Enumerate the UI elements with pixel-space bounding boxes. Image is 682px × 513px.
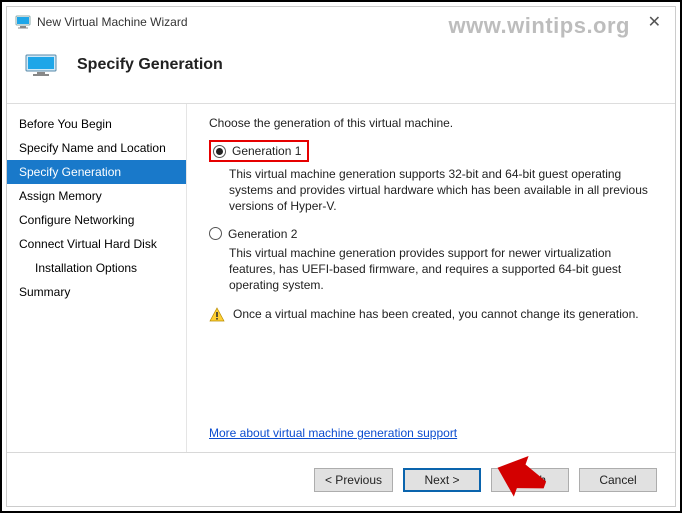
sidebar-item-specify-generation[interactable]: Specify Generation — [7, 160, 186, 184]
label-generation-1[interactable]: Generation 1 — [232, 144, 301, 158]
titlebar: New Virtual Machine Wizard ✕ — [7, 7, 675, 37]
sidebar-item-specify-name[interactable]: Specify Name and Location — [7, 136, 186, 160]
warning-row: Once a virtual machine has been created,… — [209, 307, 657, 326]
sidebar-item-connect-vhd[interactable]: Connect Virtual Hard Disk — [7, 232, 186, 256]
warning-text: Once a virtual machine has been created,… — [233, 307, 639, 321]
main-panel: Choose the generation of this virtual ma… — [187, 104, 675, 452]
sidebar-item-assign-memory[interactable]: Assign Memory — [7, 184, 186, 208]
option-generation-2: Generation 2 This virtual machine genera… — [209, 227, 657, 294]
option-generation-1: Generation 1 This virtual machine genera… — [209, 140, 657, 215]
radio-generation-2[interactable] — [209, 227, 222, 240]
window-title: New Virtual Machine Wizard — [37, 15, 188, 29]
header-monitor-icon — [25, 54, 57, 76]
next-button[interactable]: Next > — [403, 468, 481, 492]
link-more-about-generation[interactable]: More about virtual machine generation su… — [209, 426, 457, 440]
desc-generation-1: This virtual machine generation supports… — [229, 166, 657, 215]
page-title: Specify Generation — [77, 56, 223, 74]
sidebar-item-configure-networking[interactable]: Configure Networking — [7, 208, 186, 232]
highlight-generation-1: Generation 1 — [209, 140, 309, 162]
finish-button[interactable]: Finish — [491, 468, 569, 492]
sidebar-item-summary[interactable]: Summary — [7, 280, 186, 304]
label-generation-2[interactable]: Generation 2 — [228, 227, 297, 241]
wizard-window: New Virtual Machine Wizard ✕ www.wintips… — [6, 6, 676, 507]
sidebar-item-installation-options[interactable]: Installation Options — [7, 256, 186, 280]
radio-generation-1[interactable] — [213, 145, 226, 158]
previous-button[interactable]: < Previous — [314, 468, 393, 492]
vm-icon — [15, 14, 31, 30]
content-area: Before You Begin Specify Name and Locati… — [7, 103, 675, 452]
intro-text: Choose the generation of this virtual ma… — [209, 116, 657, 130]
sidebar-item-before-you-begin[interactable]: Before You Begin — [7, 112, 186, 136]
header: Specify Generation — [7, 37, 675, 93]
footer: < Previous Next > Finish Cancel — [7, 452, 675, 506]
close-button[interactable]: ✕ — [642, 12, 667, 32]
warning-icon — [209, 307, 225, 326]
desc-generation-2: This virtual machine generation provides… — [229, 245, 657, 294]
sidebar: Before You Begin Specify Name and Locati… — [7, 104, 187, 452]
cancel-button[interactable]: Cancel — [579, 468, 657, 492]
